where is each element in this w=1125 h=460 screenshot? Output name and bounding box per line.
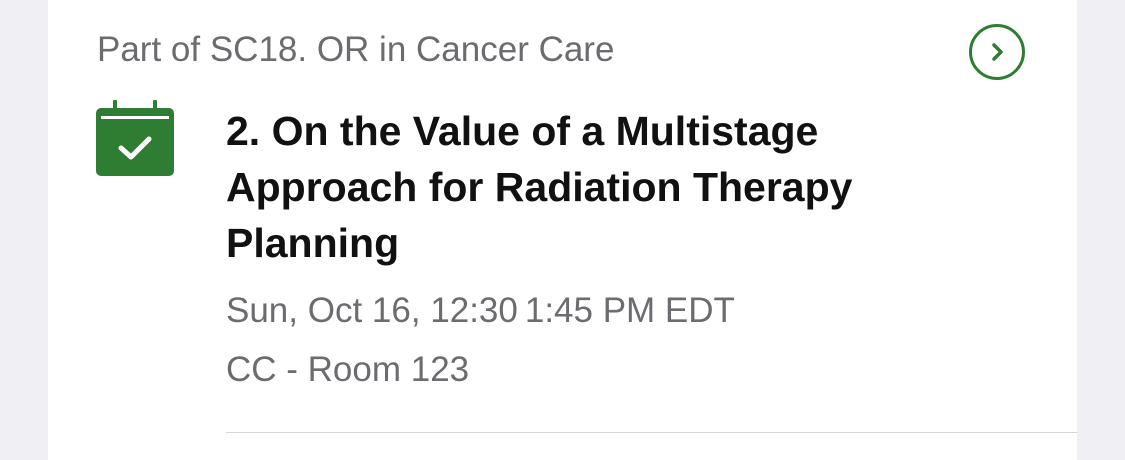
open-parent-session-button[interactable] [969,24,1025,80]
session-title: 2. On the Value of a Multistage Approach… [226,108,853,266]
calendar-check-icon [96,100,174,176]
parent-session-label: Part of SC18. OR in Cancer Care [97,30,615,69]
session-card[interactable]: Part of SC18. OR in Cancer Care 2. On th… [48,0,1077,460]
session-room: CC - Room 123 [226,350,470,389]
divider [226,432,1077,433]
chevron-right-icon [992,43,1003,61]
session-time: Sun, Oct 16, 12:30 1:45 PM EDT [226,291,735,330]
